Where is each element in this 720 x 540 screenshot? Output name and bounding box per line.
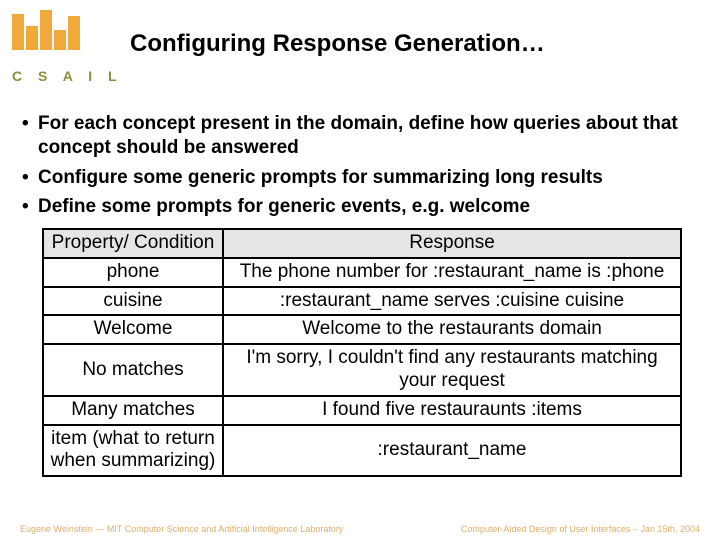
slide: C S A I L Configuring Response Generatio…: [0, 0, 720, 540]
table-row: No matches I'm sorry, I couldn't find an…: [43, 344, 681, 396]
table-header-row: Property/ Condition Response: [43, 229, 681, 258]
bullet-item: Define some prompts for generic events, …: [20, 195, 700, 219]
cell-response: :restaurant_name serves :cuisine cuisine: [223, 287, 681, 316]
header-response: Response: [223, 229, 681, 258]
bullet-item: Configure some generic prompts for summa…: [20, 166, 700, 190]
logo-graphic: [12, 10, 123, 50]
cell-response: Welcome to the restaurants domain: [223, 315, 681, 344]
logo-text: C S A I L: [12, 68, 123, 84]
cell-property: No matches: [43, 344, 223, 396]
header-property: Property/ Condition: [43, 229, 223, 258]
table-row: Many matches I found five restauraunts :…: [43, 396, 681, 425]
table-row: phone The phone number for :restaurant_n…: [43, 258, 681, 287]
cell-response: I'm sorry, I couldn't find any restauran…: [223, 344, 681, 396]
cell-property: item (what to return when summarizing): [43, 425, 223, 477]
cell-property: Many matches: [43, 396, 223, 425]
cell-property: phone: [43, 258, 223, 287]
cell-response: The phone number for :restaurant_name is…: [223, 258, 681, 287]
csail-logo: C S A I L: [12, 10, 123, 84]
table-row: Welcome Welcome to the restaurants domai…: [43, 315, 681, 344]
table-row: item (what to return when summarizing) :…: [43, 425, 681, 477]
response-table: Property/ Condition Response phone The p…: [42, 228, 682, 477]
footer-left: Eugene Weinstein — MIT Computer Science …: [20, 524, 343, 534]
footer-right: Computer-Aided Design of User Interfaces…: [461, 524, 700, 534]
page-title: Configuring Response Generation…: [130, 30, 545, 58]
footer: Eugene Weinstein — MIT Computer Science …: [20, 524, 700, 534]
table-row: cuisine :restaurant_name serves :cuisine…: [43, 287, 681, 316]
cell-response: :restaurant_name: [223, 425, 681, 477]
cell-property: cuisine: [43, 287, 223, 316]
bullet-item: For each concept present in the domain, …: [20, 112, 700, 160]
bullet-list: For each concept present in the domain, …: [20, 112, 700, 225]
cell-response: I found five restauraunts :items: [223, 396, 681, 425]
cell-property: Welcome: [43, 315, 223, 344]
